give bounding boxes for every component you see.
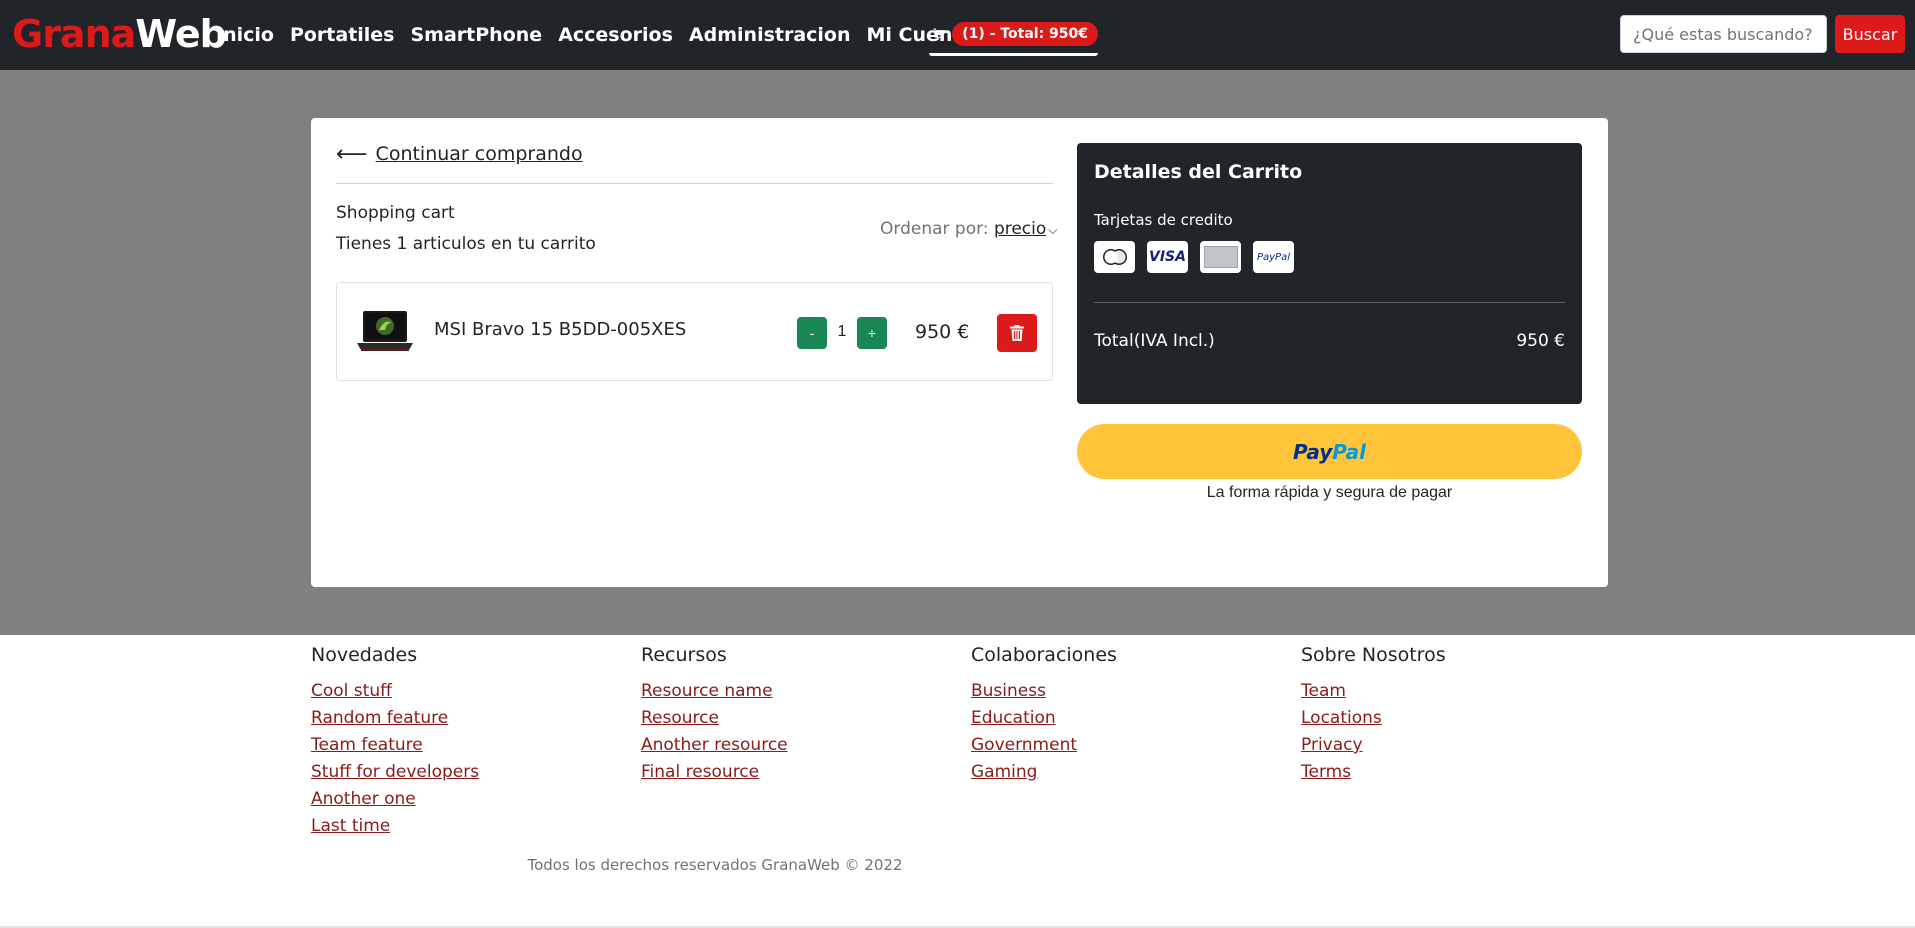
footer-heading: Colaboraciones (971, 644, 1117, 666)
brand-logo[interactable]: GranaWeb (12, 9, 227, 59)
footer-heading: Novedades (311, 644, 418, 666)
footer-heading: Sobre Nosotros (1301, 644, 1446, 666)
cart-details-panel: Detalles del Carrito Tarjetas de credito… (1077, 143, 1582, 404)
mastercard-icon (1094, 241, 1135, 273)
paypal-checkout-button[interactable]: Pay Pal (1077, 424, 1582, 479)
divider (336, 183, 1053, 184)
footer-column-sobre-nosotros: Sobre Nosotros Team Locations Privacy Te… (1301, 644, 1446, 786)
copyright-text: Todos los derechos reservados GranaWeb ©… (527, 856, 903, 874)
paypal-tagline: La forma rápida y segura de pagar (1206, 484, 1453, 501)
footer-column-recursos: Recursos Resource name Resource Another … (641, 644, 788, 786)
sort-label: Ordenar por: (880, 219, 989, 239)
paypal-icon: PayPal (1253, 241, 1294, 273)
footer-link[interactable]: Stuff for developers (311, 759, 479, 786)
footer-link[interactable]: Final resource (641, 759, 788, 786)
decrease-quantity-button[interactable]: - (797, 317, 827, 349)
cart-item: MSI Bravo 15 B5DD-005XES - 1 + 950 € (336, 282, 1053, 381)
cart-title: Shopping cart (336, 203, 455, 223)
arrow-left-icon: ⟵ (336, 141, 368, 166)
footer-link[interactable]: Gaming (971, 759, 1117, 786)
footer-link[interactable]: Resource (641, 705, 788, 732)
footer-link[interactable]: Another one (311, 786, 479, 813)
footer-link[interactable]: Government (971, 732, 1117, 759)
sort-by: Ordenar por: precio ⌵ (880, 219, 1057, 239)
cart-item-count: Tienes 1 articulos en tu carrito (336, 234, 596, 254)
product-price: 950 € (915, 321, 970, 343)
footer-link[interactable]: Random feature (311, 705, 479, 732)
continue-shopping[interactable]: ⟵ Continuar comprando (336, 141, 583, 166)
footer-link[interactable]: Terms (1301, 759, 1446, 786)
footer-link[interactable]: Resource name (641, 678, 788, 705)
product-name[interactable]: MSI Bravo 15 B5DD-005XES (434, 319, 686, 340)
footer-link[interactable]: Another resource (641, 732, 788, 759)
credit-cards-label: Tarjetas de credito (1094, 211, 1233, 229)
remove-item-button[interactable] (997, 314, 1037, 352)
increase-quantity-button[interactable]: + (857, 317, 887, 349)
footer-link[interactable]: Education (971, 705, 1117, 732)
footer-link[interactable]: Locations (1301, 705, 1446, 732)
nav-link-administracion[interactable]: Administracion (689, 24, 851, 46)
trash-icon (1010, 325, 1024, 341)
cart-total-badge: (1) - Total: 950€ (952, 21, 1098, 46)
amex-card-graphic (1203, 246, 1238, 268)
quantity-value: 1 (837, 323, 847, 340)
brand-part-web: Web (135, 12, 227, 56)
chevron-down-icon[interactable]: ⌵ (1048, 223, 1057, 237)
footer-heading: Recursos (641, 644, 727, 666)
brand-part-grana: Grana (12, 12, 136, 56)
laptop-thumbnail[interactable] (355, 310, 415, 352)
visa-icon: VISA (1147, 241, 1188, 273)
nav-cart-link[interactable]: (1) - Total: 950€ (929, 14, 1098, 56)
footer-column-colaboraciones: Colaboraciones Business Education Govern… (971, 644, 1117, 786)
nav-link-smartphone[interactable]: SmartPhone (411, 24, 543, 46)
total-label: Total(IVA Incl.) (1094, 331, 1215, 351)
continue-shopping-link[interactable]: Continuar comprando (376, 143, 583, 165)
divider (1094, 302, 1565, 303)
footer-link[interactable]: Cool stuff (311, 678, 479, 705)
search-input[interactable] (1620, 15, 1827, 53)
footer-link[interactable]: Privacy (1301, 732, 1446, 759)
cart-icon (933, 27, 946, 40)
footer-link[interactable]: Last time (311, 813, 479, 840)
total-value: 950 € (1516, 331, 1565, 351)
sort-select[interactable]: precio (994, 219, 1046, 239)
footer-link[interactable]: Team (1301, 678, 1446, 705)
paypal-logo-pay: Pay (1292, 439, 1333, 464)
nav-link-inicio[interactable]: Inicio (216, 24, 274, 46)
footer-link[interactable]: Business (971, 678, 1117, 705)
search-button[interactable]: Buscar (1835, 15, 1905, 53)
footer-link[interactable]: Team feature (311, 732, 479, 759)
amex-icon (1200, 241, 1241, 273)
nav-links: Inicio Portatiles SmartPhone Accesorios … (216, 0, 1012, 70)
nav-link-accesorios[interactable]: Accesorios (558, 24, 673, 46)
top-navbar: GranaWeb Inicio Portatiles SmartPhone Ac… (0, 0, 1915, 70)
footer-column-novedades: Novedades Cool stuff Random feature Team… (311, 644, 479, 840)
details-title: Detalles del Carrito (1094, 161, 1303, 183)
nav-link-portatiles[interactable]: Portatiles (290, 24, 395, 46)
paypal-logo-pal: Pal (1332, 439, 1367, 464)
